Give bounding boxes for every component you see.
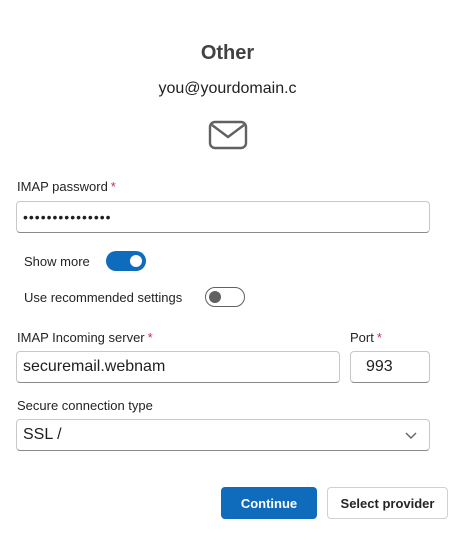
recommended-settings-row: Use recommended settings bbox=[24, 290, 182, 305]
password-label: IMAP password * bbox=[17, 179, 116, 194]
secure-connection-select[interactable]: SSL / bbox=[16, 419, 430, 451]
incoming-server-label: IMAP Incoming server * bbox=[17, 330, 153, 345]
required-mark: * bbox=[376, 330, 382, 345]
show-more-toggle[interactable] bbox=[106, 251, 146, 271]
mail-icon bbox=[208, 120, 248, 150]
recommended-settings-toggle[interactable] bbox=[205, 287, 245, 307]
incoming-server-label-text: IMAP Incoming server bbox=[17, 330, 145, 345]
toggle-knob bbox=[209, 291, 221, 303]
password-value: ••••••••••••••• bbox=[23, 209, 112, 225]
page-title: Other bbox=[200, 42, 255, 64]
select-provider-button[interactable]: Select provider bbox=[327, 487, 448, 519]
port-label: Port * bbox=[350, 330, 382, 345]
incoming-server-value: securemail.webnam bbox=[23, 358, 166, 375]
chevron-down-icon bbox=[405, 432, 417, 439]
secure-connection-label-text: Secure connection type bbox=[17, 398, 153, 413]
secure-connection-label: Secure connection type bbox=[17, 398, 153, 413]
port-value: 993 bbox=[366, 358, 393, 375]
continue-button-label: Continue bbox=[240, 495, 298, 511]
port-field[interactable]: 993 bbox=[350, 351, 430, 383]
required-mark: * bbox=[110, 179, 116, 194]
secure-connection-value: SSL / bbox=[23, 426, 62, 443]
account-email: you@yourdomain.c bbox=[158, 80, 297, 97]
incoming-server-field[interactable]: securemail.webnam bbox=[16, 351, 340, 383]
continue-button[interactable]: Continue bbox=[221, 487, 317, 519]
toggle-knob bbox=[130, 255, 142, 267]
select-provider-button-label: Select provider bbox=[340, 495, 435, 511]
required-mark: * bbox=[147, 330, 153, 345]
port-label-text: Port bbox=[350, 330, 374, 345]
password-label-text: IMAP password bbox=[17, 179, 108, 194]
show-more-row: Show more bbox=[24, 254, 90, 269]
password-field[interactable]: ••••••••••••••• bbox=[16, 201, 430, 233]
recommended-settings-label: Use recommended settings bbox=[24, 290, 183, 305]
show-more-label: Show more bbox=[24, 254, 90, 269]
